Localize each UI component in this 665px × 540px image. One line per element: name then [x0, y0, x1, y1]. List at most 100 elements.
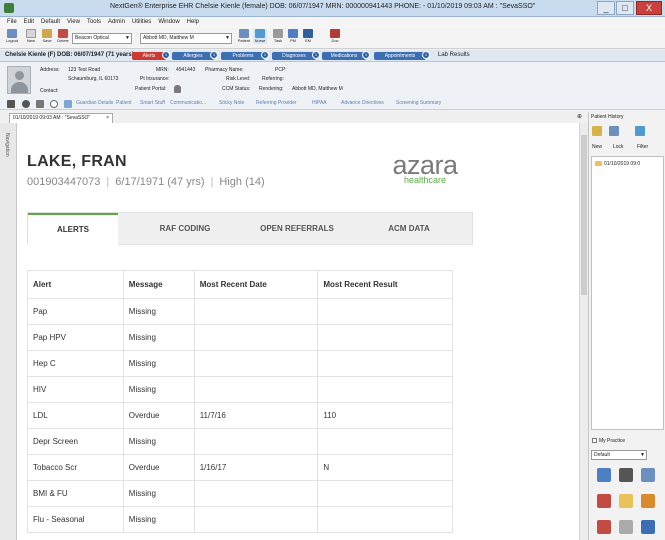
date-cell: [193, 324, 319, 351]
quick-link-bar: Guardian Details Patient Smart Stuff Com…: [0, 98, 665, 110]
grid-icon[interactable]: [641, 468, 655, 482]
pt-insurance-label: Pt Insurance:: [140, 76, 170, 82]
flag-icon[interactable]: [597, 520, 611, 534]
maximize-button[interactable]: □: [616, 1, 634, 15]
edit-icon[interactable]: [64, 100, 72, 108]
alert-cell: HIV: [27, 376, 124, 403]
referring-provider-link[interactable]: Referring Provider: [256, 100, 297, 106]
appointments-count-badge: 1: [422, 51, 430, 59]
tree-node-encounter[interactable]: 01/10/2019 09:0: [595, 161, 640, 167]
document-icon[interactable]: [619, 468, 633, 482]
diagnoses-pill[interactable]: Diagnoses 1: [272, 51, 320, 60]
lock-button[interactable]: Lock: [613, 144, 624, 151]
scrollbar-thumb[interactable]: [581, 135, 587, 295]
tab-acm-data[interactable]: ACM DATA: [364, 213, 454, 245]
guardian-details-link[interactable]: Guardian Details: [76, 100, 113, 106]
calendar-icon[interactable]: [641, 520, 655, 534]
message-cell: Overdue: [122, 402, 195, 429]
portal-user-icon[interactable]: [174, 85, 181, 93]
hipaa-link[interactable]: HIPAA: [312, 100, 327, 106]
menu-default[interactable]: Default: [41, 17, 60, 28]
alert-cell: Hep C: [27, 350, 124, 377]
menu-help[interactable]: Help: [187, 17, 199, 28]
close-tab-icon[interactable]: ×: [106, 114, 109, 123]
new-button[interactable]: New: [24, 29, 38, 44]
alert-cell: Depr Screen: [27, 428, 124, 455]
nextgen-logo-icon: [4, 3, 14, 13]
allergies-pill[interactable]: Allergies 1: [172, 51, 218, 60]
tab-alerts[interactable]: ALERTS: [28, 213, 118, 245]
menu-utilities[interactable]: Utilities: [132, 17, 151, 28]
save-button[interactable]: Save: [40, 29, 54, 44]
new-button-right[interactable]: New: [592, 144, 602, 151]
task-icon: [273, 29, 283, 38]
message-cell: Missing: [122, 506, 195, 533]
provider-select[interactable]: Abbott MD, Matthew M ▼: [140, 33, 232, 44]
referring-label: Referring:: [262, 76, 284, 82]
task-button[interactable]: Task: [271, 29, 285, 44]
em-button[interactable]: EM: [301, 29, 315, 44]
table-row: Flu - Seasonal Missing: [27, 506, 453, 533]
save-icon: [42, 29, 52, 38]
result-cell: [317, 376, 453, 403]
lab-results-link[interactable]: Lab Results: [438, 52, 470, 59]
logout-button[interactable]: Logout: [5, 29, 19, 44]
sticker-icon[interactable]: [597, 494, 611, 508]
menu-window[interactable]: Window: [158, 17, 179, 28]
minimize-button[interactable]: _: [597, 1, 615, 15]
default-select[interactable]: Default ▼: [591, 450, 647, 460]
menu-view[interactable]: View: [67, 17, 80, 28]
menu-edit[interactable]: Edit: [24, 17, 34, 28]
menu-admin[interactable]: Admin: [108, 17, 125, 28]
delete-icon: [58, 29, 68, 38]
settings-gear-icon[interactable]: [641, 494, 655, 508]
date-cell: 11/7/16: [193, 402, 319, 429]
menu-file[interactable]: File: [7, 17, 17, 28]
smart-stuff-link[interactable]: Smart Stuff: [140, 100, 165, 106]
patient-link[interactable]: Patient: [116, 100, 132, 106]
notes-icon[interactable]: [36, 100, 44, 108]
pm-button[interactable]: PM: [286, 29, 300, 44]
my-practice-checkbox[interactable]: My Practice: [592, 438, 625, 444]
toolbar: Logout New Save Delete Beacon Optical ▼ A…: [0, 28, 665, 49]
doc-button[interactable]: Doc: [328, 29, 342, 44]
close-button[interactable]: X: [636, 1, 662, 15]
tab-raf-coding[interactable]: RAF CODING: [140, 213, 230, 245]
paper-icon[interactable]: [619, 520, 633, 534]
patient-button[interactable]: Patient: [237, 29, 251, 44]
chevron-down-icon: ▼: [125, 35, 130, 41]
note-icon[interactable]: [619, 494, 633, 508]
table-row: BMI & FU Missing: [27, 480, 453, 507]
communication-link[interactable]: Communicatio...: [170, 100, 206, 106]
clock-icon[interactable]: [50, 100, 58, 108]
phone-icon[interactable]: [22, 100, 30, 108]
menu-tools[interactable]: Tools: [87, 17, 101, 28]
pin-icon[interactable]: ⊕: [577, 113, 582, 120]
tab-open-referrals[interactable]: OPEN REFERRALS: [252, 213, 342, 245]
print-icon[interactable]: [635, 126, 645, 136]
problems-count-badge: 1: [261, 51, 269, 59]
document-tab[interactable]: 01/10/2019 09:03 AM : "SevaSSO" ×: [9, 113, 113, 123]
em-icon: [303, 29, 313, 38]
navigation-rail[interactable]: Navigation: [0, 123, 17, 540]
mail-icon[interactable]: [7, 100, 15, 108]
advance-directives-link[interactable]: Advance Directives: [341, 100, 384, 106]
alerts-pill[interactable]: Alerts 1: [132, 51, 170, 60]
view-icon[interactable]: [609, 126, 619, 136]
date-cell: [193, 350, 319, 377]
rendering-label: Rendering:: [259, 86, 284, 92]
message-cell: Missing: [122, 376, 195, 403]
location-select[interactable]: Beacon Optical ▼: [72, 33, 132, 44]
folder-icon[interactable]: [592, 126, 602, 136]
medications-pill[interactable]: Medications 1: [322, 51, 370, 60]
content-scrollbar[interactable]: [579, 123, 588, 540]
chart-icon[interactable]: [597, 468, 611, 482]
filter-button[interactable]: Filter: [637, 144, 648, 151]
sticky-note-link[interactable]: Sticky Note: [219, 100, 244, 106]
problems-pill[interactable]: Problems 1: [221, 51, 269, 60]
screening-summary-link[interactable]: Screening Summary: [396, 100, 441, 106]
appointments-pill[interactable]: Appointments 1: [374, 51, 430, 60]
result-cell: [317, 480, 453, 507]
nurse-button[interactable]: Nurse: [253, 29, 267, 44]
delete-button[interactable]: Delete: [56, 29, 70, 44]
